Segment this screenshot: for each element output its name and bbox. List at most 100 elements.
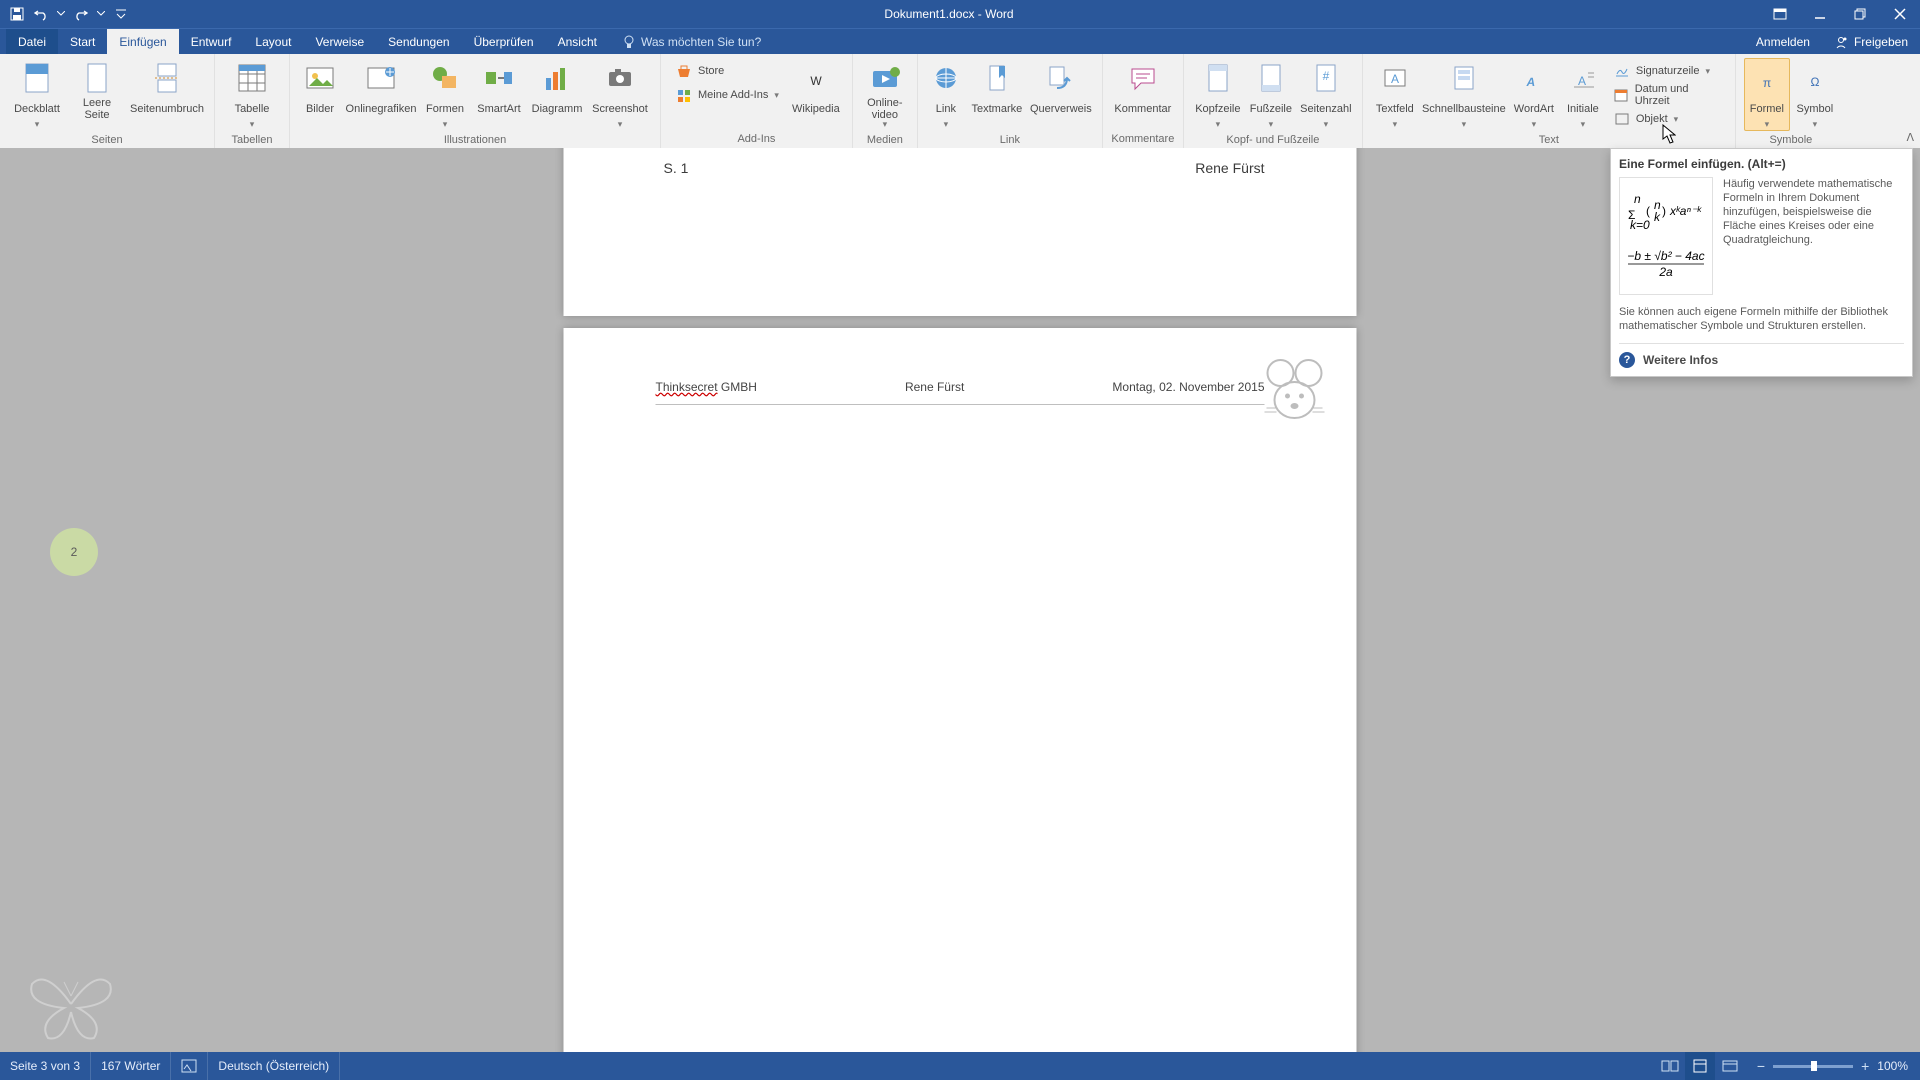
group-text: A Textfeld▾ Schnellbausteine▾ A WordArt▾…	[1363, 54, 1736, 148]
shapes-icon	[428, 61, 462, 95]
header-icon	[1201, 61, 1235, 95]
chevron-down-icon[interactable]	[56, 5, 66, 23]
share-button[interactable]: Freigeben	[1822, 29, 1920, 54]
save-icon[interactable]	[8, 5, 26, 23]
wordart-icon: A	[1517, 61, 1551, 95]
status-language[interactable]: Deutsch (Österreich)	[208, 1052, 340, 1080]
symbol-icon: Ω	[1798, 61, 1832, 95]
ribbon-tabstrip: Datei Start Einfügen Entwurf Layout Verw…	[0, 28, 1920, 54]
tab-design[interactable]: Entwurf	[179, 29, 244, 54]
svg-text:W: W	[810, 74, 822, 88]
zoom-out-button[interactable]: −	[1757, 1058, 1765, 1074]
tooltip-more-info[interactable]: ? Weitere Infos	[1619, 343, 1904, 368]
tab-references[interactable]: Verweise	[303, 29, 376, 54]
zoom-in-button[interactable]: +	[1861, 1058, 1869, 1074]
tooltip-description-1: Häufig verwendete mathematische Formeln …	[1723, 177, 1904, 295]
table-icon	[235, 61, 269, 95]
wikipedia-button[interactable]: W Wikipedia	[788, 58, 844, 122]
undo-icon[interactable]	[32, 5, 50, 23]
video-icon	[868, 61, 902, 95]
page-number-button[interactable]: # Seitenzahl▾	[1298, 58, 1354, 131]
svg-text:xᵏaⁿ⁻ᵏ: xᵏaⁿ⁻ᵏ	[1669, 204, 1702, 218]
group-label: Illustrationen	[298, 131, 652, 148]
view-web-layout[interactable]	[1715, 1052, 1745, 1080]
signature-line-button[interactable]: Signaturzeile▾	[1607, 60, 1727, 82]
zoom-control: − + 100%	[1745, 1058, 1920, 1074]
status-proofing-icon[interactable]	[171, 1052, 208, 1080]
redo-icon[interactable]	[72, 5, 90, 23]
cover-page-button[interactable]: Deckblatt▾	[8, 58, 66, 131]
date-time-button[interactable]: Datum und Uhrzeit	[1607, 84, 1727, 106]
sign-in-button[interactable]: Anmelden	[1744, 29, 1822, 54]
chart-button[interactable]: Diagramm	[528, 58, 586, 122]
group-label: Add-Ins	[669, 130, 844, 148]
link-icon	[929, 61, 963, 95]
svg-text:π: π	[1763, 76, 1771, 90]
group-comments: Kommentar Kommentare	[1103, 54, 1184, 148]
online-pictures-button[interactable]: Onlinegrafiken	[344, 58, 418, 122]
wordart-button[interactable]: A WordArt▾	[1509, 58, 1559, 131]
tab-view[interactable]: Ansicht	[546, 29, 609, 54]
minimize-icon[interactable]	[1800, 0, 1840, 28]
equation-button[interactable]: π Formel▾	[1744, 58, 1790, 131]
tab-mailings[interactable]: Sendungen	[376, 29, 461, 54]
footer-button[interactable]: Fußzeile▾	[1246, 58, 1296, 131]
textbox-button[interactable]: A Textfeld▾	[1371, 58, 1419, 131]
svg-text:n: n	[1634, 192, 1641, 206]
tab-home[interactable]: Start	[58, 29, 107, 54]
group-symbols: π Formel▾ Ω Symbol▾ Symbole	[1736, 54, 1846, 148]
tracking-marker: 2	[50, 528, 98, 576]
view-read-mode[interactable]	[1655, 1052, 1685, 1080]
restore-icon[interactable]	[1840, 0, 1880, 28]
date-icon	[1614, 87, 1629, 103]
my-addins-button[interactable]: Meine Add-Ins ▾	[669, 84, 786, 106]
svg-text:#: #	[1323, 69, 1330, 83]
chevron-down-icon[interactable]	[96, 5, 106, 23]
zoom-value[interactable]: 100%	[1877, 1059, 1908, 1073]
group-label: Link	[926, 131, 1094, 148]
header-button[interactable]: Kopfzeile▾	[1192, 58, 1244, 131]
symbol-button[interactable]: Ω Symbol▾	[1792, 58, 1838, 131]
window-title: Dokument1.docx - Word	[138, 7, 1760, 21]
zoom-slider[interactable]	[1773, 1060, 1853, 1072]
ribbon-display-options-icon[interactable]	[1760, 0, 1800, 28]
lightbulb-icon	[623, 35, 635, 49]
tab-file[interactable]: Datei	[6, 29, 58, 54]
close-icon[interactable]	[1880, 0, 1920, 28]
svg-text:): )	[1662, 204, 1666, 218]
cross-ref-button[interactable]: Querverweis	[1028, 58, 1094, 122]
pictures-icon	[303, 61, 337, 95]
tooltip-preview: n Σ k=0 ( n k ) xᵏaⁿ⁻ᵏ −b ± √b² − 4ac 2a	[1619, 177, 1713, 295]
link-button[interactable]: Link▾	[926, 58, 966, 131]
bookmark-icon	[980, 61, 1014, 95]
pictures-button[interactable]: Bilder	[298, 58, 342, 122]
tab-layout[interactable]: Layout	[243, 29, 303, 54]
screenshot-button[interactable]: Screenshot▾	[588, 58, 652, 131]
tab-insert[interactable]: Einfügen	[107, 29, 178, 54]
tell-me-search[interactable]: Was möchten Sie tun?	[609, 29, 761, 54]
page-break-button[interactable]: Seitenumbruch	[128, 58, 206, 122]
status-page[interactable]: Seite 3 von 3	[0, 1052, 91, 1080]
bookmark-button[interactable]: Textmarke	[968, 58, 1026, 122]
tab-review[interactable]: Überprüfen	[462, 29, 546, 54]
svg-text:Ω: Ω	[1810, 75, 1819, 89]
store-button[interactable]: Store	[669, 60, 786, 82]
blank-page-button[interactable]: Leere Seite	[68, 58, 126, 122]
online-video-button[interactable]: Online-video▾	[861, 58, 909, 131]
quick-parts-icon	[1447, 61, 1481, 95]
qat-customize-icon[interactable]	[112, 5, 130, 23]
svg-text:k: k	[1654, 210, 1661, 224]
cross-ref-icon	[1044, 61, 1078, 95]
quick-parts-button[interactable]: Schnellbausteine▾	[1421, 58, 1507, 131]
shapes-button[interactable]: Formen▾	[420, 58, 470, 131]
smartart-button[interactable]: SmartArt	[472, 58, 526, 122]
table-button[interactable]: Tabelle▾	[223, 58, 281, 131]
equation-icon: π	[1750, 61, 1784, 95]
dropcap-button[interactable]: A Initiale▾	[1561, 58, 1605, 131]
status-bar: Seite 3 von 3 167 Wörter Deutsch (Österr…	[0, 1052, 1920, 1080]
view-print-layout[interactable]	[1685, 1052, 1715, 1080]
status-words[interactable]: 167 Wörter	[91, 1052, 171, 1080]
collapse-ribbon-icon[interactable]: ᐱ	[1906, 131, 1914, 144]
comment-button[interactable]: Kommentar	[1111, 58, 1175, 122]
page-header: Thinksecret GMBH Rene Fürst Montag, 02. …	[656, 380, 1265, 394]
